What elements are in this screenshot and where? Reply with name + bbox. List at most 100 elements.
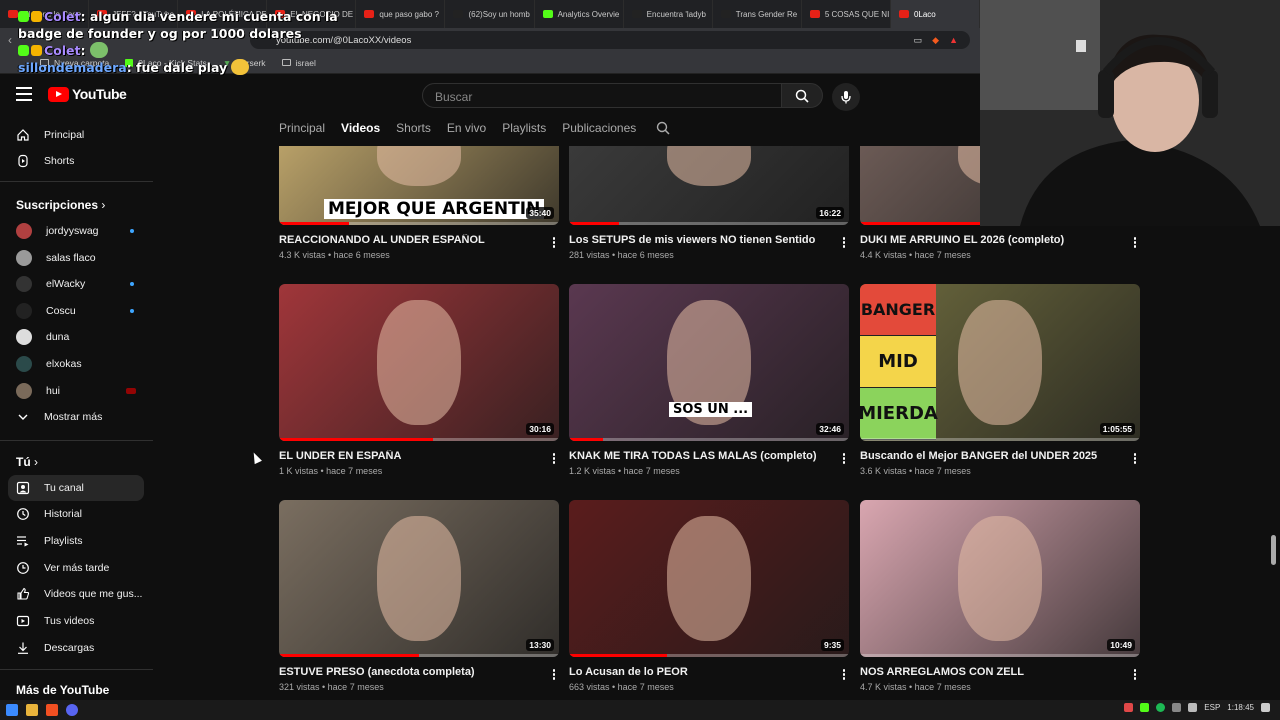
browser-tab[interactable]: (62)Soy un homb: [445, 0, 535, 28]
sidebar-item-historial[interactable]: Historial: [8, 501, 144, 527]
video-title[interactable]: ESTUVE PRESO (anecdota completa): [279, 666, 541, 678]
sidebar-subscription-item[interactable]: salas flaco: [8, 245, 144, 271]
tray-app-icon[interactable]: [1124, 703, 1134, 712]
notifications-icon[interactable]: [1261, 703, 1270, 712]
sidebar-item-label: Principal: [44, 129, 85, 141]
screencast-icon[interactable]: ▭: [914, 35, 923, 46]
video-title[interactable]: EL UNDER EN ESPAÑA: [279, 450, 541, 462]
windows-start-icon[interactable]: [6, 704, 18, 716]
tab-shorts[interactable]: Shorts: [396, 121, 431, 135]
brave-shield-icon[interactable]: ◆: [932, 35, 939, 46]
url-field[interactable]: youtube.com/@0LacoXX/videos ▭ ◆ ▲: [250, 31, 970, 49]
brave-rewards-icon[interactable]: ▲: [949, 35, 958, 46]
more-options-icon[interactable]: [839, 453, 849, 465]
video-card[interactable]: MEJOR QUE ARGENTIN 35:40 REACCIONANDO AL U…: [279, 146, 559, 276]
tab-playlists[interactable]: Playlists: [502, 121, 546, 135]
sidebar-item-descargas[interactable]: Descargas: [8, 635, 144, 661]
menu-icon[interactable]: [16, 87, 32, 101]
sidebar-subscription-item[interactable]: elWacky: [8, 271, 144, 297]
browser-tab[interactable]: Trans Gender Re: [713, 0, 802, 28]
sidebar-item-ver-mas-tarde[interactable]: Ver más tarde: [8, 555, 144, 581]
sidebar-item-liked-videos[interactable]: Videos que me gus...: [8, 581, 144, 607]
sidebar-item-playlists[interactable]: Playlists: [8, 528, 144, 554]
tray-kick-icon[interactable]: [1140, 703, 1150, 712]
browser-tab[interactable]: 5 COSAS QUE NI: [802, 0, 891, 28]
more-options-icon[interactable]: [1130, 669, 1140, 681]
sidebar-subscription-item[interactable]: Coscu: [8, 298, 144, 324]
video-card[interactable]: BANGER MID MIERDA 1:05:55 Buscando el Mejor …: [860, 284, 1140, 492]
video-thumbnail[interactable]: SOS UN ... 32:46: [569, 284, 849, 441]
tab-favicon-icon: [8, 10, 18, 18]
subscriptions-heading[interactable]: Suscripciones ›: [16, 198, 105, 212]
voice-search-button[interactable]: [832, 83, 860, 111]
more-options-icon[interactable]: [839, 669, 849, 681]
video-thumbnail[interactable]: BANGER MID MIERDA 1:05:55: [860, 284, 1140, 441]
tab-principal[interactable]: Principal: [279, 121, 325, 135]
sidebar-item-label: Mostrar más: [44, 411, 103, 423]
browser-tab[interactable]: Analytics Overvie: [535, 0, 624, 28]
browser-tab[interactable]: que paso gabo ?: [356, 0, 446, 28]
video-title[interactable]: Buscando el Mejor BANGER del UNDER 2025: [860, 450, 1122, 462]
video-card[interactable]: 16:22 Los SETUPS de mis viewers NO tienen…: [569, 146, 849, 276]
file-explorer-icon[interactable]: [26, 704, 38, 716]
video-thumbnail[interactable]: 16:22: [569, 146, 849, 225]
sidebar-item-label: Descargas: [44, 642, 95, 654]
clock[interactable]: 1:18:45: [1227, 703, 1254, 712]
browser-tab[interactable]: 0Laco: [890, 0, 980, 28]
video-title[interactable]: Lo Acusan de lo PEOR: [569, 666, 831, 678]
chat-message: badge de founder y og por 1000 dolares: [18, 26, 302, 41]
video-title[interactable]: KNAK ME TIRA TODAS LAS MALAS (completo): [569, 450, 831, 462]
video-title[interactable]: Los SETUPS de mis viewers NO tienen Sent…: [569, 234, 831, 246]
sidebar-item-tus-videos[interactable]: Tus videos: [8, 608, 144, 634]
thumbnail-person-image: [377, 146, 461, 186]
sidebar-item-principal[interactable]: Principal: [8, 122, 144, 148]
more-options-icon[interactable]: [549, 237, 559, 249]
video-card[interactable]: 10:49 NOS ARREGLAMOS CON ZELL 4.7 K vistas…: [860, 500, 1140, 708]
volume-icon[interactable]: [1188, 703, 1198, 712]
sidebar-item-shorts[interactable]: Shorts: [8, 148, 144, 174]
tab-publicaciones[interactable]: Publicaciones: [562, 121, 636, 135]
sidebar-item-tu-canal[interactable]: Tu canal: [8, 475, 144, 501]
search-input[interactable]: Buscar: [422, 83, 782, 108]
video-thumbnail[interactable]: 10:49: [860, 500, 1140, 657]
sidebar-subscription-item[interactable]: duna: [8, 324, 144, 350]
brave-browser-icon[interactable]: [46, 704, 58, 716]
sidebar-subscription-item[interactable]: elxokas: [8, 351, 144, 377]
video-title[interactable]: REACCIONANDO AL UNDER ESPAÑOL: [279, 234, 541, 246]
youtube-logo[interactable]: YouTube: [48, 86, 127, 102]
video-card[interactable]: 13:30 ESTUVE PRESO (anecdota completa) 321…: [279, 500, 559, 708]
video-thumbnail[interactable]: 9:35: [569, 500, 849, 657]
more-options-icon[interactable]: [549, 453, 559, 465]
more-options-icon[interactable]: [549, 669, 559, 681]
more-options-icon[interactable]: [1130, 453, 1140, 465]
language-indicator[interactable]: ESP: [1204, 703, 1220, 712]
video-duration: 13:30: [526, 639, 554, 651]
sidebar-subscription-item[interactable]: hui: [8, 378, 144, 404]
browser-tab[interactable]: Encuentra 'ladyb: [624, 0, 713, 28]
more-options-icon[interactable]: [1130, 237, 1140, 249]
sidebar-subscription-item[interactable]: jordyyswag: [8, 218, 144, 244]
video-card[interactable]: 9:35 Lo Acusan de lo PEOR 663 vistas • hac…: [569, 500, 849, 708]
you-heading[interactable]: Tú ›: [16, 455, 38, 469]
show-more-button[interactable]: Mostrar más: [8, 404, 144, 430]
video-card[interactable]: SOS UN ... 32:46 KNAK ME TIRA TODAS LAS MA…: [569, 284, 849, 492]
video-thumbnail[interactable]: 13:30: [279, 500, 559, 657]
video-thumbnail[interactable]: 30:16: [279, 284, 559, 441]
search-button[interactable]: [781, 83, 823, 108]
network-icon[interactable]: [1172, 703, 1182, 712]
channel-search-icon[interactable]: [656, 121, 670, 135]
tab-en-vivo[interactable]: En vivo: [447, 121, 486, 135]
page-scrollbar[interactable]: [1271, 535, 1276, 565]
back-icon[interactable]: ‹: [8, 33, 12, 47]
video-meta: 1.2 K vistas • hace 7 meses: [569, 466, 680, 476]
video-card[interactable]: 30:16 EL UNDER EN ESPAÑA 1 K vistas • hace…: [279, 284, 559, 492]
video-title[interactable]: DUKI ME ARRUINO EL 2026 (completo): [860, 234, 1122, 246]
more-options-icon[interactable]: [839, 237, 849, 249]
thumbnail-overlay-text: MEJOR QUE ARGENTIN: [324, 199, 545, 219]
tab-label: que paso gabo ?: [379, 9, 439, 19]
video-thumbnail[interactable]: MEJOR QUE ARGENTIN 35:40: [279, 146, 559, 225]
discord-icon[interactable]: [66, 704, 78, 716]
tab-videos[interactable]: Videos: [341, 121, 380, 135]
video-title[interactable]: NOS ARREGLAMOS CON ZELL: [860, 666, 1122, 678]
spotify-icon[interactable]: [1156, 703, 1166, 712]
